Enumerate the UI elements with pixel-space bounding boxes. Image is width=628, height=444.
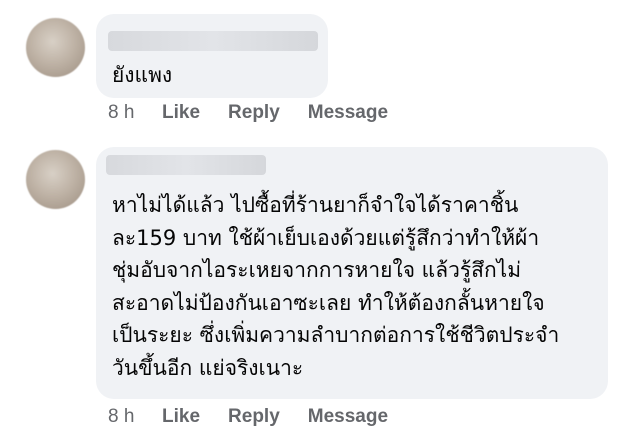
comment-text: ยังแพง	[112, 63, 173, 87]
blurred-commenter-name[interactable]	[106, 155, 266, 175]
comment-timestamp[interactable]: 8 h	[108, 102, 162, 124]
blurred-commenter-name[interactable]	[108, 31, 318, 51]
like-button[interactable]: Like	[162, 102, 200, 124]
comment-line: เป็นระยะ ซึ่งเพิ่มความลำบากต่อการใช้ชีวิ…	[112, 323, 560, 347]
message-button[interactable]: Message	[308, 406, 388, 428]
reply-button[interactable]: Reply	[228, 102, 280, 124]
comment-line: สะอาดไม่ป้องกันเอาซะเลย ทำให้ต้องกลั้นหา…	[112, 290, 545, 315]
comment-timestamp[interactable]: 8 h	[108, 406, 162, 428]
like-button[interactable]: Like	[162, 406, 200, 428]
comment-bubble: หาไม่ได้แล้ว ไปซื้อที่ร้านยาก็จำใจได้ราค…	[96, 147, 608, 399]
comment-line: ชุ่มอับจากไอระเหยจากการหายใจ แล้วรู้สึกไ…	[112, 258, 522, 282]
comment-actions: 8 h Like Reply Message	[108, 406, 416, 428]
commenter-avatar[interactable]	[26, 18, 85, 77]
comment-actions: 8 h Like Reply Message	[108, 102, 416, 124]
comment-line: วันขึ้นอีก แย่จริงเนาะ	[112, 355, 304, 380]
comment-line: หาไม่ได้แล้ว ไปซื้อที่ร้านยาก็จำใจได้ราค…	[112, 193, 519, 217]
message-button[interactable]: Message	[308, 102, 388, 124]
commenter-avatar[interactable]	[26, 150, 85, 209]
reply-button[interactable]: Reply	[228, 406, 280, 428]
comment-line: ละ159 บาท ใช้ผ้าเย็บเองด้วยแต่รู้สึกว่าท…	[112, 225, 540, 250]
comment-bubble: ยังแพง	[96, 14, 328, 98]
